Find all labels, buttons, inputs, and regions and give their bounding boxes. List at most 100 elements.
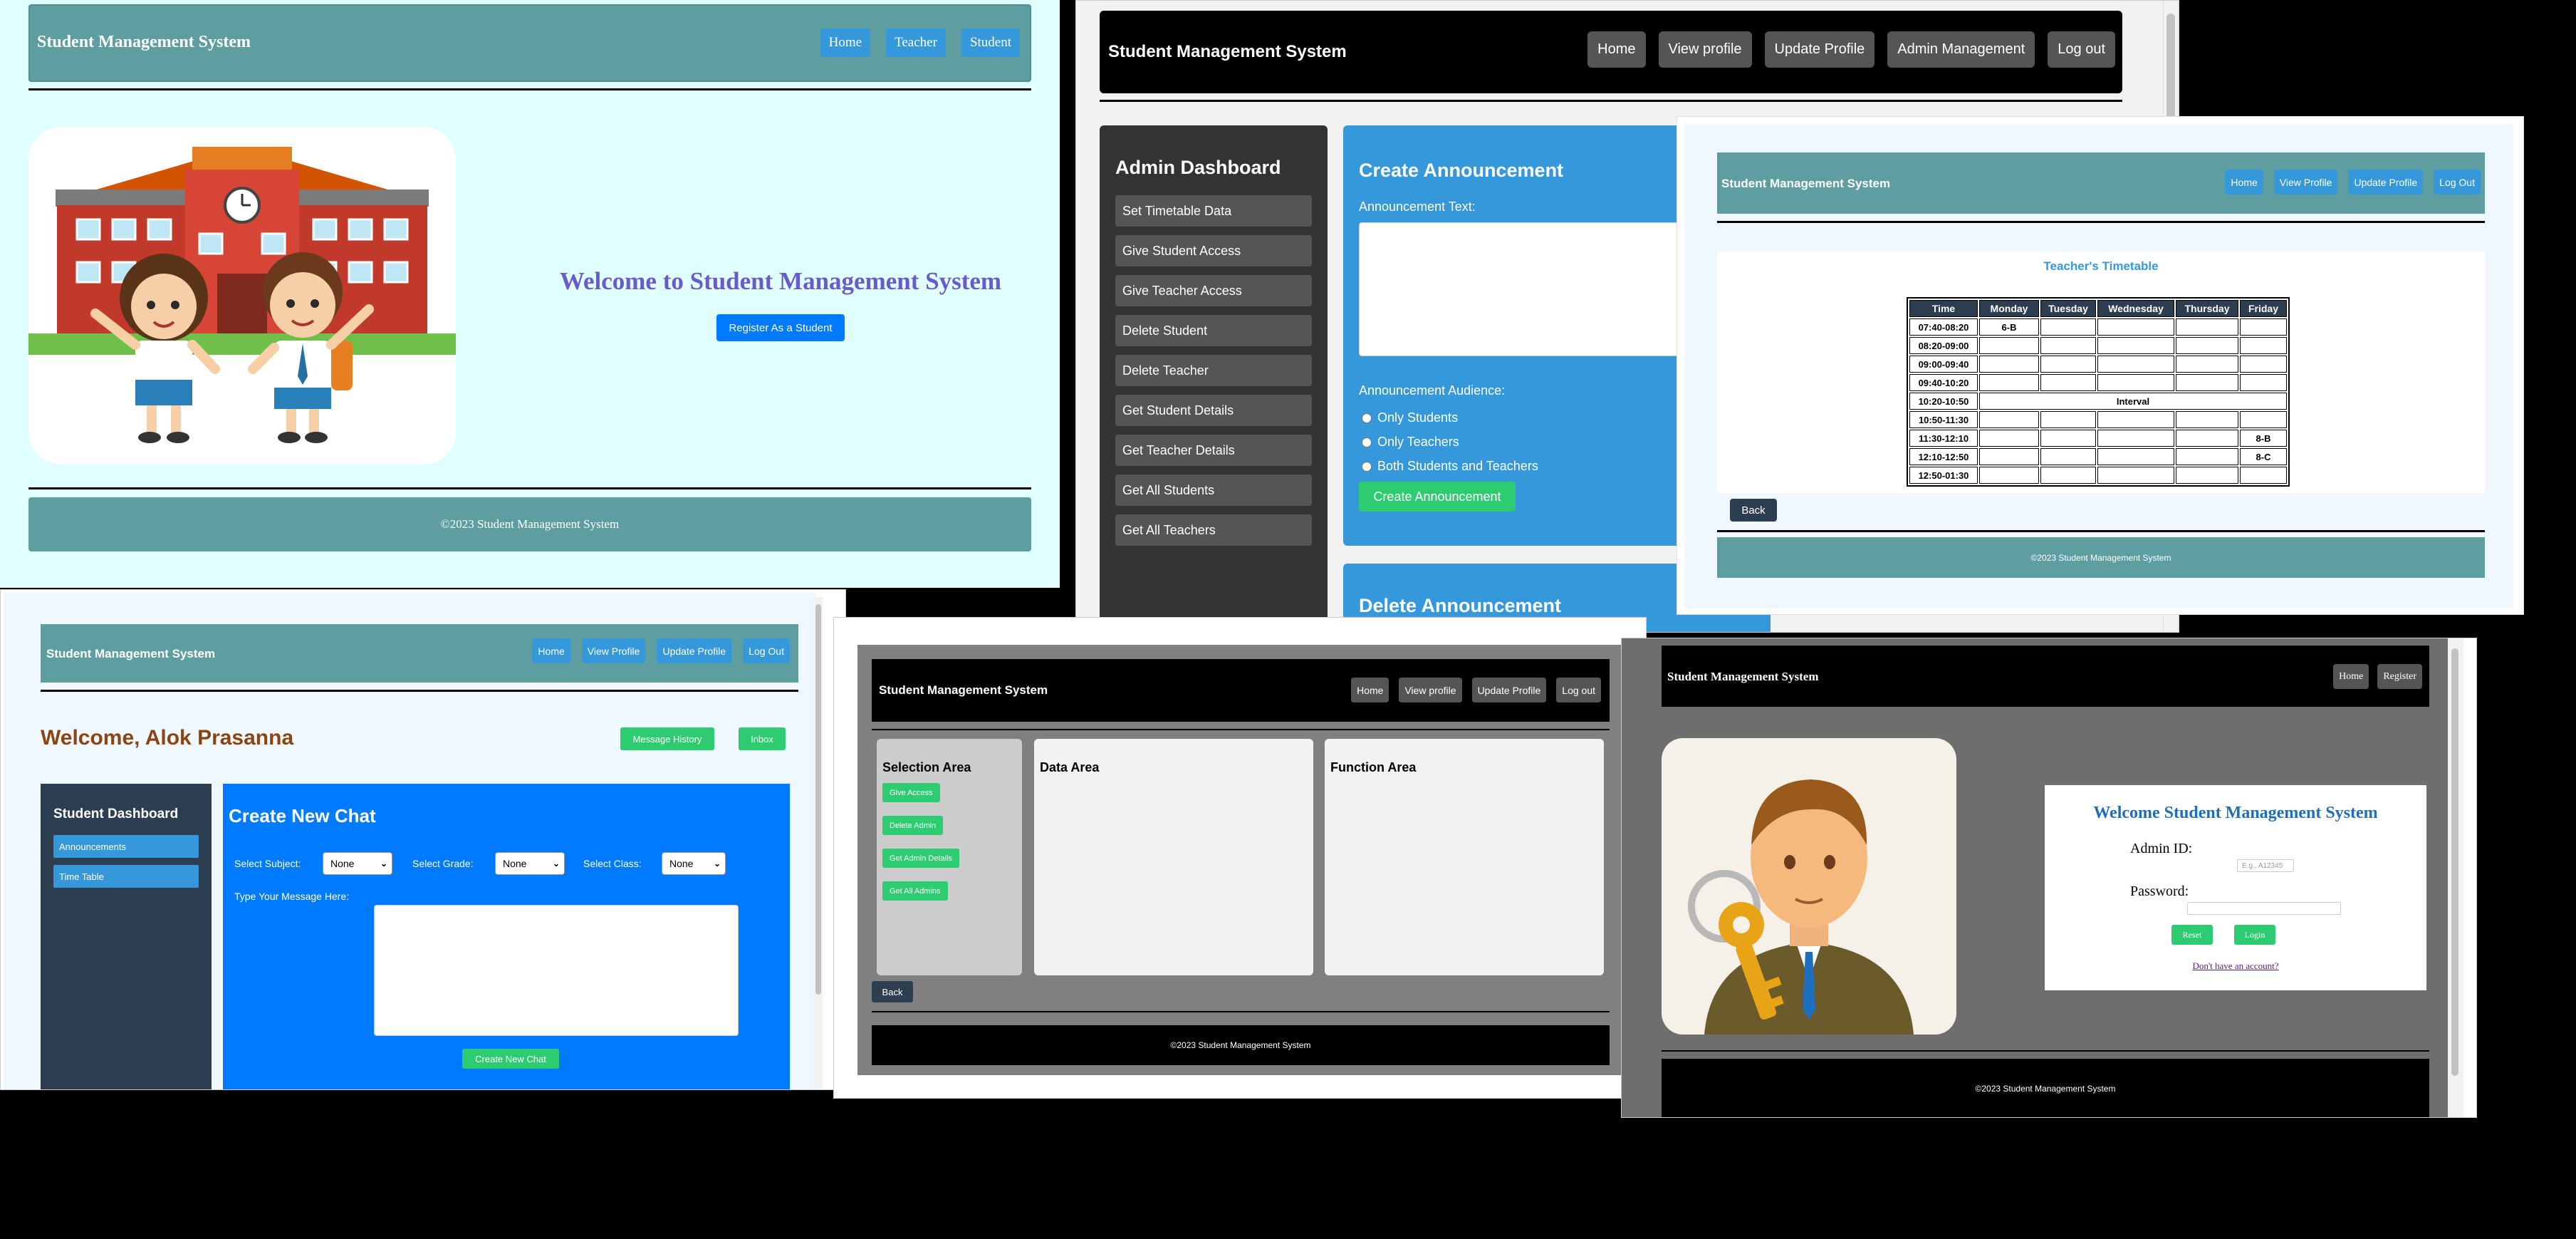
nav-update-profile-button[interactable]: Update Profile	[1471, 678, 1547, 703]
message-input[interactable]	[374, 905, 739, 1036]
nav-view-profile-button[interactable]: View profile	[1399, 678, 1462, 703]
sidebar-item-announcements[interactable]: Announcements	[53, 835, 199, 858]
sidebar-item-set-timetable[interactable]: Set Timetable Data	[1115, 195, 1312, 227]
nav-update-profile-button[interactable]: Update Profile	[2348, 170, 2424, 195]
nav-home-button[interactable]: Home	[532, 638, 570, 663]
landing-header: Student Management System Home Teacher S…	[28, 4, 1031, 82]
nav-view-profile-button[interactable]: View Profile	[2273, 170, 2338, 195]
nav-home-button[interactable]: Home	[1587, 31, 1646, 68]
sidebar-item-give-student-access[interactable]: Give Student Access	[1115, 235, 1312, 266]
sidebar-item-give-teacher-access[interactable]: Give Teacher Access	[1115, 275, 1312, 306]
nav-view-profile-button[interactable]: View Profile	[581, 638, 646, 663]
table-row: 07:40-08:20 6-B	[1909, 318, 2287, 336]
radio-button[interactable]	[1362, 461, 1372, 472]
table-row: 10:20-10:50 Interval	[1909, 393, 2287, 410]
table-row: 09:00-09:40	[1909, 356, 2287, 373]
nav-home-button[interactable]: Home	[1351, 678, 1389, 703]
student-nav: Home View Profile Update Profile Log Out	[532, 638, 790, 663]
table-cell	[2240, 318, 2287, 336]
admin-id-input[interactable]: E.g., A12345	[2237, 859, 2294, 872]
sidebar-item-get-all-teachers[interactable]: Get All Teachers	[1115, 514, 1312, 546]
table-cell	[2097, 337, 2174, 354]
delete-admin-button[interactable]: Delete Admin	[882, 816, 944, 835]
login-button[interactable]: Login	[2234, 925, 2275, 945]
table-cell	[1979, 430, 2039, 447]
scrollbar[interactable]	[2448, 638, 2463, 1117]
nav-update-profile-button[interactable]: Update Profile	[657, 638, 732, 663]
nav-register-button[interactable]: Register	[2377, 664, 2422, 689]
chevron-down-icon: ⌄	[380, 859, 387, 869]
table-cell: 12:50-01:30	[1909, 467, 1978, 484]
back-button[interactable]: Back	[1730, 499, 1777, 522]
scrollbar-thumb[interactable]	[2451, 648, 2458, 1076]
nav-logout-button[interactable]: Log Out	[2434, 170, 2481, 195]
table-row: 10:50-11:30	[1909, 411, 2287, 428]
radio-both[interactable]: Both Students and Teachers	[1362, 459, 1538, 474]
radio-only-teachers[interactable]: Only Teachers	[1362, 435, 1459, 450]
admin-access-window: Student Management System Home View prof…	[833, 617, 1647, 1099]
password-input[interactable]	[2187, 902, 2341, 915]
nav-update-profile-button[interactable]: Update Profile	[1764, 31, 1875, 68]
column-header: Thursday	[2176, 300, 2238, 317]
sidebar-item-delete-teacher[interactable]: Delete Teacher	[1115, 355, 1312, 386]
nav-view-profile-button[interactable]: View profile	[1658, 31, 1752, 68]
student-header: Student Management System Home View Prof…	[41, 624, 798, 683]
back-button[interactable]: Back	[872, 981, 913, 1002]
column-header: Tuesday	[2040, 300, 2096, 317]
nav-student-button[interactable]: Student	[961, 28, 1020, 57]
timetable-footer: ©2023 Student Management System	[1717, 537, 2485, 578]
sidebar-item-delete-student[interactable]: Delete Student	[1115, 315, 1312, 346]
signup-link[interactable]: Don't have an account?	[2045, 960, 2426, 972]
create-announcement-button[interactable]: Create Announcement	[1359, 482, 1516, 512]
radio-button[interactable]	[1362, 413, 1372, 423]
function-area: Function Area	[1325, 739, 1604, 975]
table-cell	[2097, 430, 2174, 447]
nav-logout-button[interactable]: Log Out	[743, 638, 790, 663]
table-cell	[2097, 374, 2174, 391]
reset-button[interactable]: Reset	[2171, 925, 2213, 945]
timetable-card: Teacher's Timetable Time Monday Tuesday …	[1717, 252, 2485, 493]
table-cell	[2097, 467, 2174, 484]
sidebar-item-get-student-details[interactable]: Get Student Details	[1115, 395, 1312, 426]
table-cell	[1979, 356, 2039, 373]
sidebar-item-get-teacher-details[interactable]: Get Teacher Details	[1115, 435, 1312, 466]
login-card: Welcome Student Management System Admin …	[2045, 785, 2426, 990]
nav-logout-button[interactable]: Log out	[1556, 678, 1601, 703]
sidebar-item-get-all-students[interactable]: Get All Students	[1115, 475, 1312, 506]
nav-home-button[interactable]: Home	[820, 28, 871, 57]
nav-teacher-button[interactable]: Teacher	[886, 28, 946, 57]
teacher-timetable-window: Student Management System Home View Prof…	[1677, 116, 2524, 615]
timetable-heading: Teacher's Timetable	[2043, 259, 2159, 273]
sidebar-item-time-table[interactable]: Time Table	[53, 865, 199, 888]
get-admin-details-button[interactable]: Get Admin Details	[882, 849, 960, 868]
nav-logout-button[interactable]: Log out	[2048, 31, 2115, 68]
subject-label: Select Subject:	[234, 858, 301, 869]
get-all-admins-button[interactable]: Get All Admins	[882, 881, 948, 901]
give-access-button[interactable]: Give Access	[882, 783, 940, 802]
table-row: 09:40-10:20	[1909, 374, 2287, 391]
table-cell	[1979, 411, 2039, 428]
table-header-row: Time Monday Tuesday Wednesday Thursday F…	[1909, 300, 2287, 317]
inbox-button[interactable]: Inbox	[739, 727, 786, 750]
message-history-button[interactable]: Message History	[620, 727, 714, 750]
register-student-button[interactable]: Register As a Student	[716, 314, 845, 341]
nav-home-button[interactable]: Home	[2333, 664, 2369, 689]
scrollbar-thumb[interactable]	[815, 604, 821, 995]
access-header: Student Management System Home View prof…	[872, 659, 1610, 722]
nav-home-button[interactable]: Home	[2225, 170, 2263, 195]
grade-select[interactable]: None ⌄	[495, 852, 565, 875]
nav-admin-management-button[interactable]: Admin Management	[1887, 31, 2035, 68]
class-select[interactable]: None ⌄	[662, 852, 726, 875]
announcement-audience-label: Announcement Audience:	[1359, 383, 1506, 398]
function-area-title: Function Area	[1330, 760, 1417, 774]
table-cell: 6-B	[1979, 318, 2039, 336]
create-new-chat-button[interactable]: Create New Chat	[462, 1049, 559, 1069]
radio-button[interactable]	[1362, 437, 1372, 447]
radio-only-students[interactable]: Only Students	[1362, 410, 1458, 425]
scrollbar-thumb[interactable]	[2166, 14, 2175, 128]
table-row: 12:10-12:50 8-C	[1909, 448, 2287, 465]
chevron-down-icon: ⌄	[552, 859, 560, 869]
subject-select[interactable]: None ⌄	[323, 852, 392, 875]
scrollbar[interactable]	[814, 597, 823, 1089]
landing-window: Student Management System Home Teacher S…	[0, 0, 1060, 588]
